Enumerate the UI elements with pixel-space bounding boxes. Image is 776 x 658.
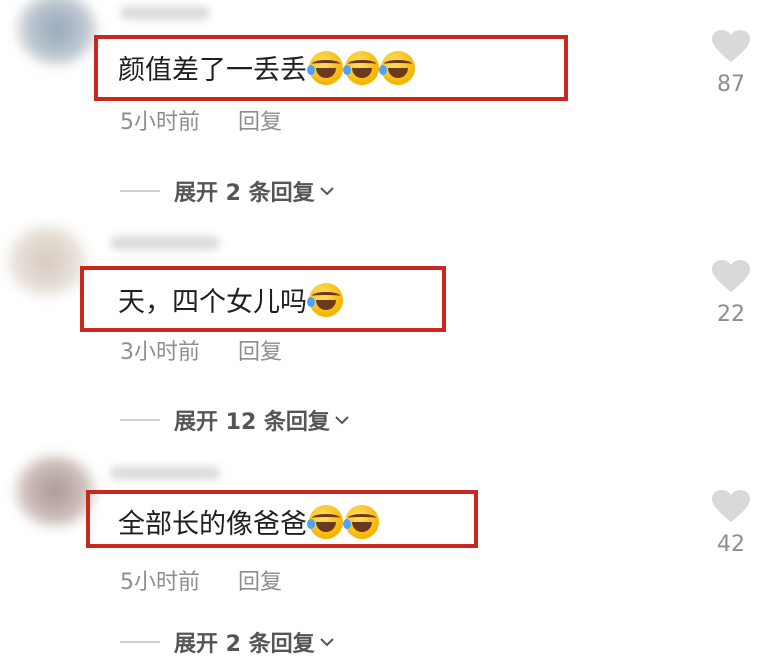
comment-text: 颜值差了一丢丢 <box>118 48 415 87</box>
like-count: 87 <box>717 72 745 97</box>
username-blurred[interactable] <box>120 6 210 20</box>
comment-text: 天，四个女儿吗 <box>118 280 343 319</box>
laughing-crying-emoji <box>379 50 415 85</box>
avatar[interactable] <box>18 0 96 64</box>
expand-replies-button[interactable]: 展开 2 条回复 <box>120 175 335 207</box>
heart-icon <box>712 30 750 62</box>
avatar[interactable] <box>8 226 86 296</box>
chevron-down-icon <box>319 638 334 647</box>
username-blurred[interactable] <box>110 466 220 480</box>
like-button[interactable]: 22 <box>706 260 756 327</box>
comment-time: 5小时前 <box>120 110 200 135</box>
expand-replies-button[interactable]: 展开 12 条回复 <box>120 404 350 436</box>
reply-button[interactable]: 回复 <box>238 564 282 596</box>
like-count: 22 <box>717 302 745 327</box>
like-count: 42 <box>717 532 745 557</box>
laughing-crying-emoji <box>307 50 343 85</box>
like-button[interactable]: 87 <box>706 30 756 97</box>
comment-time: 5小时前 <box>120 570 200 595</box>
comment-meta: 5小时前 回复 <box>120 564 282 596</box>
laughing-crying-emoji <box>343 504 379 539</box>
laughing-crying-emoji <box>307 504 343 539</box>
comment-text: 全部长的像爸爸 <box>118 502 379 541</box>
divider <box>120 641 160 643</box>
laughing-crying-emoji <box>307 282 343 317</box>
heart-icon <box>712 260 750 292</box>
divider <box>120 419 160 421</box>
chevron-down-icon <box>319 187 334 196</box>
divider <box>120 190 160 192</box>
heart-icon <box>712 490 750 522</box>
comment-meta: 5小时前 回复 <box>120 104 282 136</box>
username-blurred[interactable] <box>110 236 220 250</box>
comment-time: 3小时前 <box>120 340 200 365</box>
comment-meta: 3小时前 回复 <box>120 334 282 366</box>
chevron-down-icon <box>335 416 349 425</box>
expand-replies-button[interactable]: 展开 2 条回复 <box>120 626 335 658</box>
laughing-crying-emoji <box>343 50 379 85</box>
avatar[interactable] <box>16 456 94 526</box>
reply-button[interactable]: 回复 <box>238 104 282 136</box>
reply-button[interactable]: 回复 <box>238 334 282 366</box>
like-button[interactable]: 42 <box>706 490 756 557</box>
